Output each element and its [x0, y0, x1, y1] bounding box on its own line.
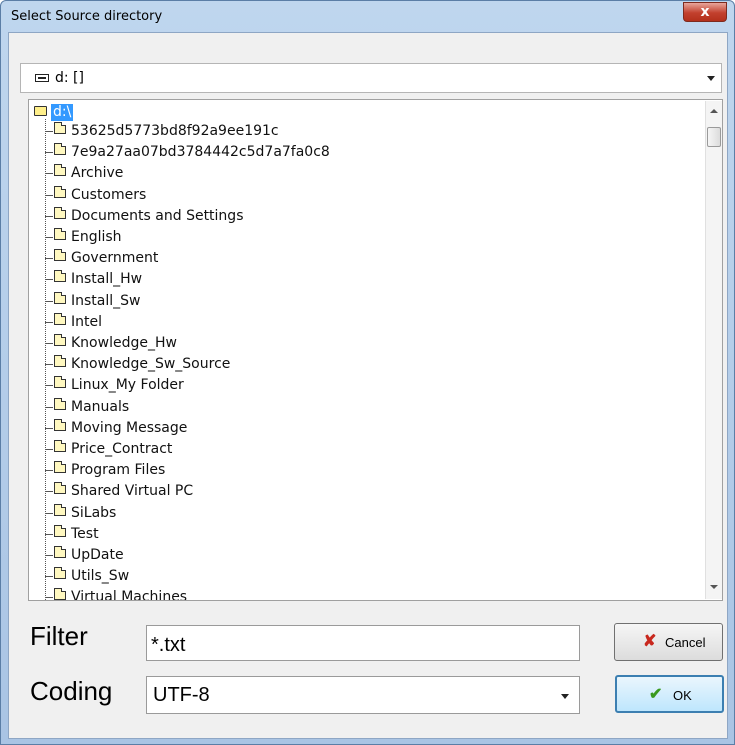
tree-branch-line [45, 533, 53, 535]
tree-item-label: Knowledge_Hw [71, 335, 177, 351]
tree-item-label: English [71, 229, 122, 245]
tree-item-label: Linux_My Folder [71, 377, 184, 394]
tree-branch-line [45, 364, 53, 366]
tree-item-label: 53625d5773bd8f92a9ee191c [71, 123, 279, 139]
tree-branch-line [45, 279, 53, 281]
tree-item-label: Intel [71, 313, 102, 330]
folder-icon [54, 206, 66, 219]
folder-icon [54, 270, 66, 283]
tree-branch-line [45, 152, 53, 154]
tree-branch-line [45, 343, 53, 344]
folder-icon [54, 185, 66, 198]
tree-item-label: Program Files [71, 462, 166, 479]
folder-icon [54, 249, 66, 262]
tree-item-label: Test [71, 525, 99, 542]
ok-button[interactable]: ✔ OK [615, 675, 724, 713]
drive-select-value: d: [] [55, 70, 84, 86]
folder-icon [54, 567, 66, 580]
tree-branch-line [45, 470, 53, 472]
tree-item-label: Utils_Sw [71, 568, 130, 585]
tree-item-label: Documents and Settings [71, 207, 244, 224]
tree-item-label: Archive [71, 165, 124, 182]
folder-icon [54, 503, 66, 516]
drive-select[interactable]: d: [] [20, 63, 722, 93]
chevron-down-icon [707, 76, 715, 81]
tree-item-label: Knowledge_Sw_Source [71, 356, 231, 373]
folder-icon [54, 334, 66, 346]
folder-icon [54, 397, 66, 410]
tree-item-label: Install_Sw [71, 292, 141, 309]
folder-icon [54, 164, 66, 177]
folder-icon [54, 482, 66, 495]
tree-item-label: Manuals [71, 398, 130, 415]
ok-button-label: OK [673, 688, 692, 703]
vertical-scrollbar[interactable] [705, 101, 722, 599]
scroll-up-arrow-icon[interactable] [710, 109, 718, 113]
folder-icon [54, 524, 66, 537]
folder-icon [54, 376, 66, 389]
tree-branch-line [45, 576, 53, 578]
filter-input[interactable] [146, 625, 580, 661]
drive-icon [35, 74, 49, 82]
tree-item-label: Shared Virtual PC [71, 483, 194, 500]
tree-branch-line [45, 449, 53, 450]
folder-icon [54, 418, 66, 431]
open-folder-icon [34, 106, 47, 116]
tree-branch-line [45, 597, 53, 599]
tree-item-label: SiLabs [71, 504, 117, 521]
tree-item-label: Government [71, 250, 159, 267]
tree-branch-line [45, 131, 53, 132]
tree-branch-line [45, 555, 53, 556]
folder-icon [54, 291, 66, 304]
folder-icon [54, 228, 66, 240]
coding-select[interactable]: UTF-8 [146, 676, 580, 714]
tree-item-label: Price_Contract [71, 441, 173, 457]
folder-icon [54, 143, 66, 156]
select-source-directory-dialog: Select Source directory x d: [] d:\ 5362… [0, 0, 735, 745]
folder-icon [54, 122, 66, 134]
cancel-x-icon: ✘ [643, 633, 657, 650]
coding-label: Coding [30, 676, 113, 706]
title-bar[interactable]: Select Source directory x [1, 1, 734, 31]
close-icon: x [700, 4, 710, 20]
checkmark-icon: ✔ [649, 686, 663, 703]
tree-branch-line [45, 321, 53, 323]
tree-item-label: 7e9a27aa07bd3784442c5d7a7fa0c8 [71, 144, 330, 161]
tree-branch-line [45, 258, 53, 260]
tree-item-label: UpDate [71, 547, 124, 563]
tree-branch-line [45, 427, 53, 429]
tree-branch-line [45, 215, 53, 217]
scroll-thumb[interactable] [707, 127, 721, 147]
folder-icon [54, 461, 66, 474]
directory-tree[interactable]: d:\ 53625d5773bd8f92a9ee191c 7e9a27aa07bd… [28, 99, 723, 601]
chevron-down-icon [561, 694, 569, 699]
window-title: Select Source directory [11, 9, 163, 24]
tree-item-label: Virtual Machines [71, 589, 188, 601]
tree-item-label: Customers [71, 186, 147, 203]
tree-branch-line [45, 406, 53, 408]
folder-icon [54, 588, 66, 600]
tree-branch-line [45, 385, 53, 387]
coding-select-value: UTF-8 [153, 684, 210, 706]
cancel-button[interactable]: ✘ Cancel [614, 623, 723, 661]
tree-branch-line [45, 300, 53, 302]
cancel-button-label: Cancel [665, 635, 706, 650]
filter-label: Filter [30, 621, 88, 651]
tree-item-label: Moving Message [71, 419, 188, 436]
scroll-down-arrow-icon[interactable] [710, 585, 718, 589]
folder-icon [54, 546, 66, 558]
folder-icon [54, 355, 66, 368]
folder-icon [54, 440, 66, 452]
tree-branch-line [45, 194, 53, 196]
close-button[interactable]: x [683, 2, 727, 22]
tree-root-label: d:\ [51, 104, 74, 121]
tree-item-label: Install_Hw [71, 271, 143, 288]
tree-branch-line [45, 237, 53, 238]
tree-branch-line [45, 512, 53, 514]
tree-connector-line [45, 119, 46, 600]
tree-branch-line [45, 491, 53, 493]
tree-branch-line [45, 173, 53, 175]
folder-icon [54, 312, 66, 325]
